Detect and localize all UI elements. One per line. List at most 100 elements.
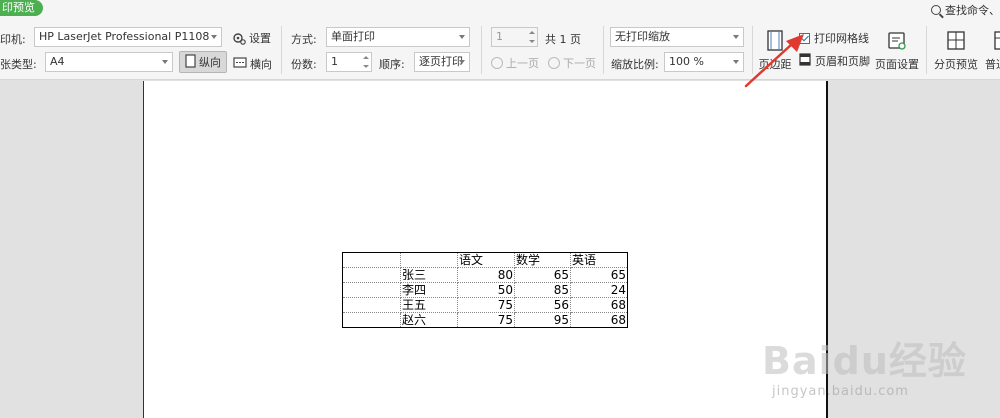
- header-cell: [342, 252, 401, 268]
- table-cell: [342, 312, 401, 328]
- print-preview-tab[interactable]: 印预览: [0, 0, 43, 16]
- portrait-icon: [185, 53, 196, 71]
- zoom-label: 缩放比例:: [611, 58, 659, 71]
- header-cell: 数学: [514, 252, 571, 268]
- spinner-icon[interactable]: [363, 55, 369, 69]
- zoom-select[interactable]: 100 %: [664, 52, 744, 72]
- score-cell: 65: [570, 267, 628, 283]
- header-row: 语文 数学 英语: [342, 252, 628, 268]
- score-cell: 65: [514, 267, 571, 283]
- chevron-down-icon: [733, 35, 739, 39]
- name-cell: 张三: [400, 267, 458, 283]
- paper-type-select[interactable]: A4: [45, 52, 173, 72]
- chevron-down-icon: [459, 35, 465, 39]
- normal-view-button[interactable]: 普通: [985, 30, 1000, 72]
- copies-value: 1: [331, 55, 338, 68]
- page-number-value: 1: [496, 30, 503, 43]
- gear-icon: [233, 32, 246, 45]
- total-pages: 共 1 页: [545, 33, 581, 46]
- search-label: 查找命令、: [945, 4, 1000, 17]
- chevron-down-icon: [211, 35, 217, 39]
- paper-type-value: A4: [50, 55, 65, 68]
- arrow-left-icon: [491, 57, 503, 69]
- preview-page: [143, 81, 828, 418]
- normal-view-icon: [993, 30, 1000, 52]
- watermark-url: jingyan.baidu.com: [772, 384, 909, 399]
- order-label: 顺序:: [379, 58, 405, 71]
- score-cell: 68: [570, 297, 628, 313]
- name-cell: 李四: [400, 282, 458, 298]
- baidu-watermark: Baidu经验 jingyan.baidu.com: [762, 324, 992, 414]
- table-cell: [342, 267, 401, 283]
- page-break-icon: [946, 30, 966, 52]
- annotation-arrow-icon: [744, 34, 804, 88]
- score-cell: 75: [457, 312, 515, 328]
- arrow-right-icon: [548, 57, 560, 69]
- score-cell: 24: [570, 282, 628, 298]
- page-break-label: 分页预览: [934, 58, 978, 71]
- page-number-input[interactable]: 1: [491, 27, 538, 47]
- print-mode-value: 单面打印: [331, 30, 375, 43]
- header-cell: 英语: [570, 252, 628, 268]
- print-order-select[interactable]: 逐页打印: [414, 52, 470, 72]
- header-cell: 语文: [457, 252, 515, 268]
- page-setup-label: 页面设置: [875, 58, 919, 71]
- table-row: 王五 75 56 68: [342, 297, 628, 313]
- print-mode-select[interactable]: 单面打印: [326, 27, 470, 47]
- copies-label: 份数:: [291, 58, 317, 71]
- score-cell: 68: [570, 312, 628, 328]
- paper-type-label: 张类型:: [0, 58, 37, 71]
- mode-label: 方式:: [291, 33, 317, 46]
- prev-page-label: 上一页: [506, 57, 539, 70]
- page-break-preview-button[interactable]: 分页预览: [933, 30, 979, 72]
- table-row: 赵六 75 95 68: [342, 312, 628, 328]
- print-preview-toolbar: 印预览 查找命令、 印机: HP LaserJet Professional P…: [0, 0, 1000, 80]
- score-cell: 50: [457, 282, 515, 298]
- page-setup-icon: [887, 30, 907, 52]
- print-order-value: 逐页打印: [419, 55, 463, 68]
- divider: [281, 26, 282, 74]
- portrait-label: 纵向: [199, 56, 221, 69]
- watermark-brand: Baidu经验: [762, 339, 967, 383]
- header-cell: [400, 252, 458, 268]
- table-cell: [342, 297, 401, 313]
- score-cell: 85: [514, 282, 571, 298]
- printer-select[interactable]: HP LaserJet Professional P1108: [34, 27, 222, 47]
- print-gridlines-label: 打印网格线: [814, 32, 869, 45]
- printer-label: 印机:: [0, 33, 26, 46]
- normal-view-label: 普通: [985, 58, 1000, 71]
- name-cell: 王五: [400, 297, 458, 313]
- spreadsheet-preview: 语文 数学 英语 张三 80 65 65 李四 50 85 24 王五 75 5…: [342, 252, 628, 328]
- prev-page-button[interactable]: 上一页: [491, 55, 539, 71]
- printer-value: HP LaserJet Professional P1108: [39, 30, 210, 43]
- table-row: 李四 50 85 24: [342, 282, 628, 298]
- divider: [926, 26, 927, 74]
- chevron-down-icon: [162, 60, 168, 64]
- landscape-label: 横向: [250, 58, 272, 71]
- score-cell: 56: [514, 297, 571, 313]
- score-cell: 95: [514, 312, 571, 328]
- search-icon: [931, 5, 941, 15]
- divider: [603, 26, 604, 74]
- score-cell: 75: [457, 297, 515, 313]
- page-setup-button[interactable]: 页面设置: [874, 30, 920, 72]
- scaling-value: 无打印缩放: [615, 30, 670, 43]
- header-footer-label: 页眉和页脚: [815, 55, 870, 68]
- next-page-button[interactable]: 下一页: [548, 55, 596, 71]
- portrait-button[interactable]: 纵向: [179, 51, 227, 73]
- settings-label: 设置: [249, 32, 271, 45]
- scaling-select[interactable]: 无打印缩放: [610, 27, 744, 47]
- settings-button[interactable]: 设置: [233, 30, 271, 46]
- next-page-label: 下一页: [563, 57, 596, 70]
- landscape-icon: [233, 57, 247, 71]
- copies-input[interactable]: 1: [326, 52, 372, 72]
- divider: [481, 26, 482, 74]
- table-row: 张三 80 65 65: [342, 267, 628, 283]
- score-cell: 80: [457, 267, 515, 283]
- zoom-value: 100 %: [669, 55, 704, 68]
- search-command[interactable]: 查找命令、: [931, 2, 1000, 18]
- landscape-button[interactable]: 横向: [233, 56, 272, 72]
- table-cell: [342, 282, 401, 298]
- chevron-down-icon: [459, 60, 465, 64]
- spinner-icon[interactable]: [529, 30, 535, 44]
